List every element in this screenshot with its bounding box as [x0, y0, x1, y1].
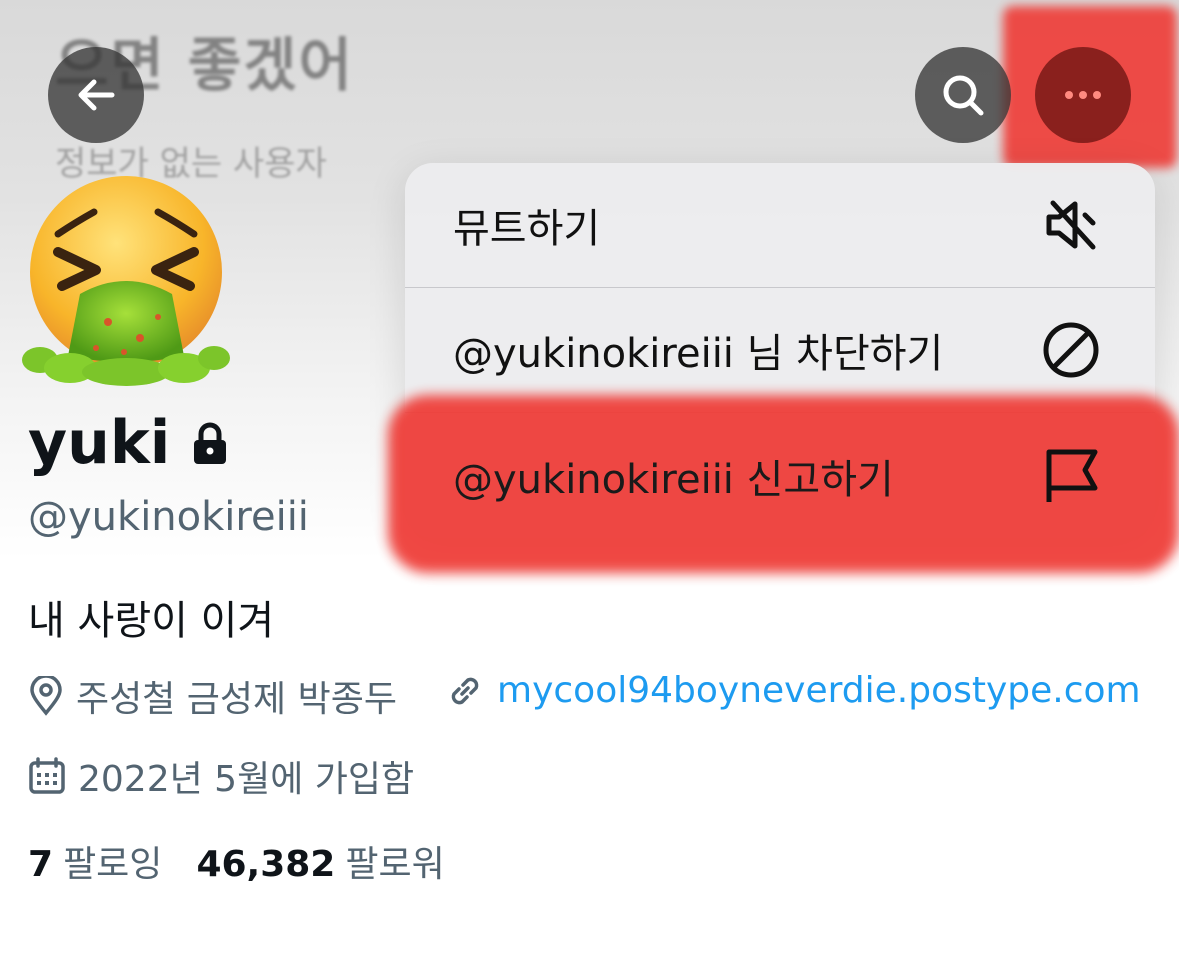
more-button[interactable] — [1035, 47, 1131, 143]
join-date-row: 2022년 5월에 가입함 — [28, 750, 414, 802]
block-icon — [1039, 318, 1103, 382]
profile-bio: 내 사랑이 이겨 — [28, 598, 275, 644]
location-text: 주성철 금성제 박종두 — [76, 679, 397, 720]
menu-item-report[interactable]: @yukinokireiii 신고하기 — [405, 413, 1155, 538]
join-date-text: 2022년 5월에 가입함 — [78, 759, 415, 800]
followers-label: 팔로워 — [345, 844, 445, 885]
link-icon — [451, 677, 479, 704]
menu-item-label: 뮤트하기 — [453, 206, 601, 252]
follow-stats: 7 팔로잉 46,382 팔로워 — [28, 835, 445, 887]
website-row: mycool94boyneverdie.postype.com — [445, 670, 1141, 711]
following-count: 7 — [28, 844, 54, 885]
search-icon — [943, 75, 984, 116]
profile-handle: @yukinokireiii — [28, 494, 309, 540]
mute-speaker-icon — [1039, 193, 1103, 257]
location-pin-icon — [30, 676, 62, 716]
vomiting-face-emoji — [22, 176, 230, 386]
back-button[interactable] — [48, 47, 144, 143]
avatar[interactable] — [18, 172, 234, 388]
website-link[interactable]: mycool94boyneverdie.postype.com — [497, 670, 1141, 711]
following-link[interactable]: 7 팔로잉 — [28, 835, 162, 887]
followers-link[interactable]: 46,382 팔로워 — [196, 835, 444, 887]
profile-name-row: yuki — [28, 408, 228, 478]
followers-count: 46,382 — [196, 844, 336, 885]
location-row: 주성철 금성제 박종두 — [28, 670, 397, 722]
menu-item-label: @yukinokireiii 신고하기 — [453, 456, 894, 503]
lock-icon — [192, 422, 228, 470]
menu-item-label: @yukinokireiii 님 차단하기 — [453, 331, 944, 377]
menu-item-mute[interactable]: 뮤트하기 — [405, 163, 1155, 288]
flag-icon — [1039, 444, 1103, 508]
calendar-icon — [29, 757, 65, 794]
arrow-left-icon — [78, 79, 115, 111]
more-dots-icon — [1065, 91, 1101, 99]
search-button[interactable] — [915, 47, 1011, 143]
display-name: yuki — [28, 408, 171, 478]
following-label: 팔로잉 — [63, 844, 163, 885]
